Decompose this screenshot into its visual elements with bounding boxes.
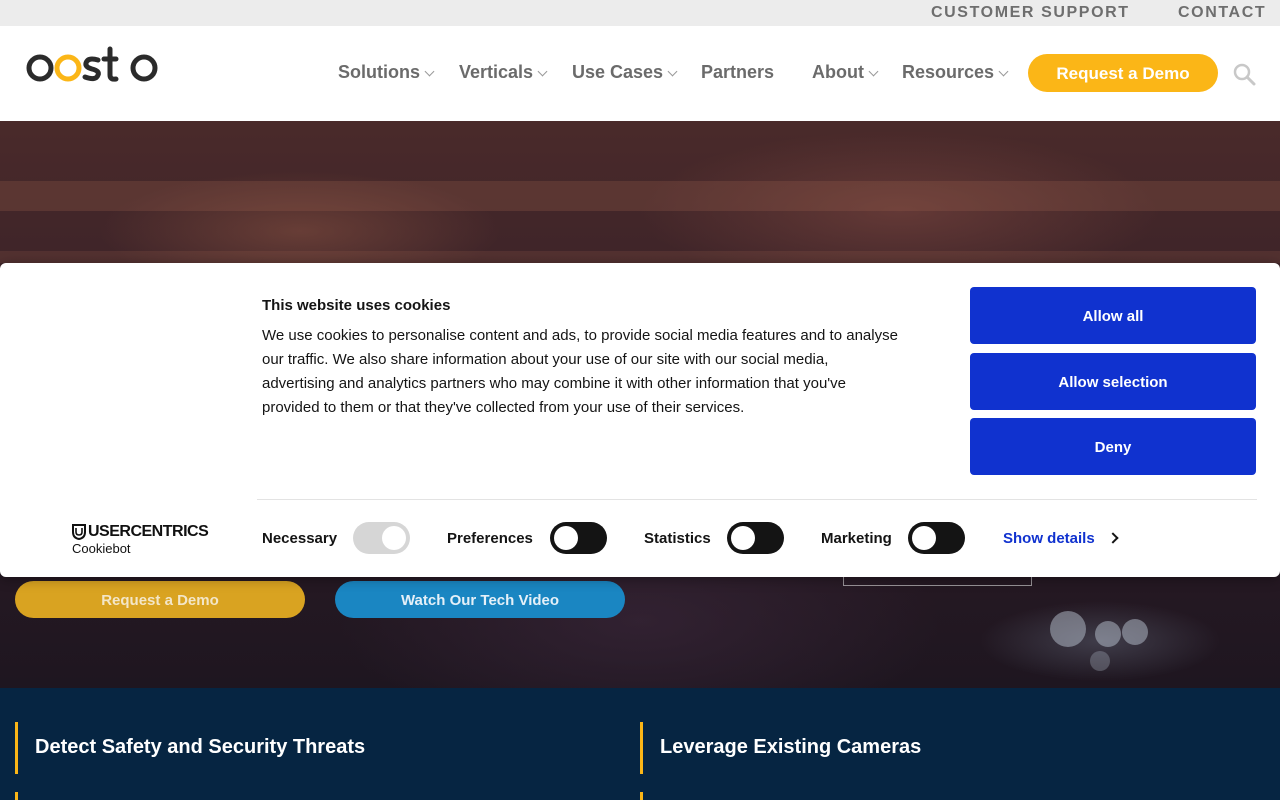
hero-backdrop-beam — [0, 181, 1280, 211]
search-icon[interactable] — [1232, 62, 1256, 86]
contact-link[interactable]: CONTACT — [1178, 4, 1266, 22]
nav-label: About — [812, 62, 864, 82]
nav-partners[interactable]: Partners — [701, 62, 774, 83]
show-details-label: Show details — [1003, 530, 1095, 547]
nav-use-cases[interactable]: Use Cases — [572, 62, 678, 83]
hero-backdrop-beam — [0, 251, 1280, 263]
marketing-toggle[interactable] — [908, 522, 965, 554]
chevron-down-icon — [868, 66, 879, 77]
features-band: Detect Safety and Security Threats Lever… — [0, 688, 1280, 800]
deny-button[interactable]: Deny — [970, 418, 1256, 475]
nav-verticals[interactable]: Verticals — [459, 62, 548, 83]
feature-accent — [640, 792, 643, 800]
bokeh-light — [1090, 651, 1110, 671]
allow-selection-button[interactable]: Allow selection — [970, 353, 1256, 410]
cookiebot-label: Cookiebot — [72, 541, 131, 556]
feature-item: Detect Safety and Security Threats — [15, 722, 365, 774]
nav-resources[interactable]: Resources — [902, 62, 1009, 83]
nav-about[interactable]: About — [812, 62, 879, 83]
toggle-knob — [731, 526, 755, 550]
cookie-title: This website uses cookies — [262, 297, 451, 314]
toggle-label-preferences: Preferences — [447, 530, 533, 547]
toggle-label-statistics: Statistics — [644, 530, 711, 547]
statistics-toggle[interactable] — [727, 522, 784, 554]
toggle-knob — [382, 526, 406, 550]
feature-title: Detect Safety and Security Threats — [35, 736, 366, 758]
bokeh-light — [1050, 611, 1086, 647]
hero-request-demo-button[interactable]: Request a Demo — [15, 581, 305, 618]
nav-label: Verticals — [459, 62, 534, 82]
allow-all-button[interactable]: Allow all — [970, 287, 1256, 344]
site-header: Solutions Verticals Use Cases Partners A… — [0, 26, 1280, 121]
chevron-right-icon — [1107, 532, 1119, 544]
cookie-description: We use cookies to personalise content an… — [262, 327, 898, 416]
usercentrics-brand: USERCENTRICS — [88, 523, 209, 540]
nav-label: Resources — [902, 62, 995, 82]
feature-title: Leverage Existing Cameras — [660, 736, 922, 758]
nav-label: Solutions — [338, 62, 420, 82]
watch-tech-video-button[interactable]: Watch Our Tech Video — [335, 581, 625, 618]
preferences-toggle[interactable] — [550, 522, 607, 554]
request-demo-button[interactable]: Request a Demo — [1028, 54, 1218, 92]
chevron-down-icon — [998, 66, 1009, 77]
chevron-down-icon — [537, 66, 548, 77]
cookie-divider — [257, 499, 1257, 500]
chevron-down-icon — [667, 66, 678, 77]
feature-item: Leverage Existing Cameras — [640, 722, 921, 774]
nav-solutions[interactable]: Solutions — [338, 62, 435, 83]
chevron-down-icon — [424, 66, 435, 77]
shield-icon — [72, 524, 86, 540]
toggle-knob — [912, 526, 936, 550]
show-details-link[interactable]: Show details — [1003, 530, 1119, 547]
oosto-logo[interactable] — [26, 46, 160, 86]
cookie-consent-dialog: This website uses cookies We use cookies… — [0, 263, 1280, 577]
feature-accent — [15, 792, 18, 800]
toggle-label-marketing: Marketing — [821, 530, 892, 547]
bokeh-light — [1095, 621, 1121, 647]
customer-support-link[interactable]: CUSTOMER SUPPORT — [931, 4, 1130, 22]
toggle-label-necessary: Necessary — [262, 530, 338, 547]
utility-bar: CUSTOMER SUPPORT CONTACT — [0, 0, 1280, 26]
nav-label: Partners — [701, 62, 775, 82]
nav-label: Use Cases — [572, 62, 664, 82]
necessary-toggle — [353, 522, 410, 554]
toggle-knob — [554, 526, 578, 550]
bokeh-light — [1122, 619, 1148, 645]
